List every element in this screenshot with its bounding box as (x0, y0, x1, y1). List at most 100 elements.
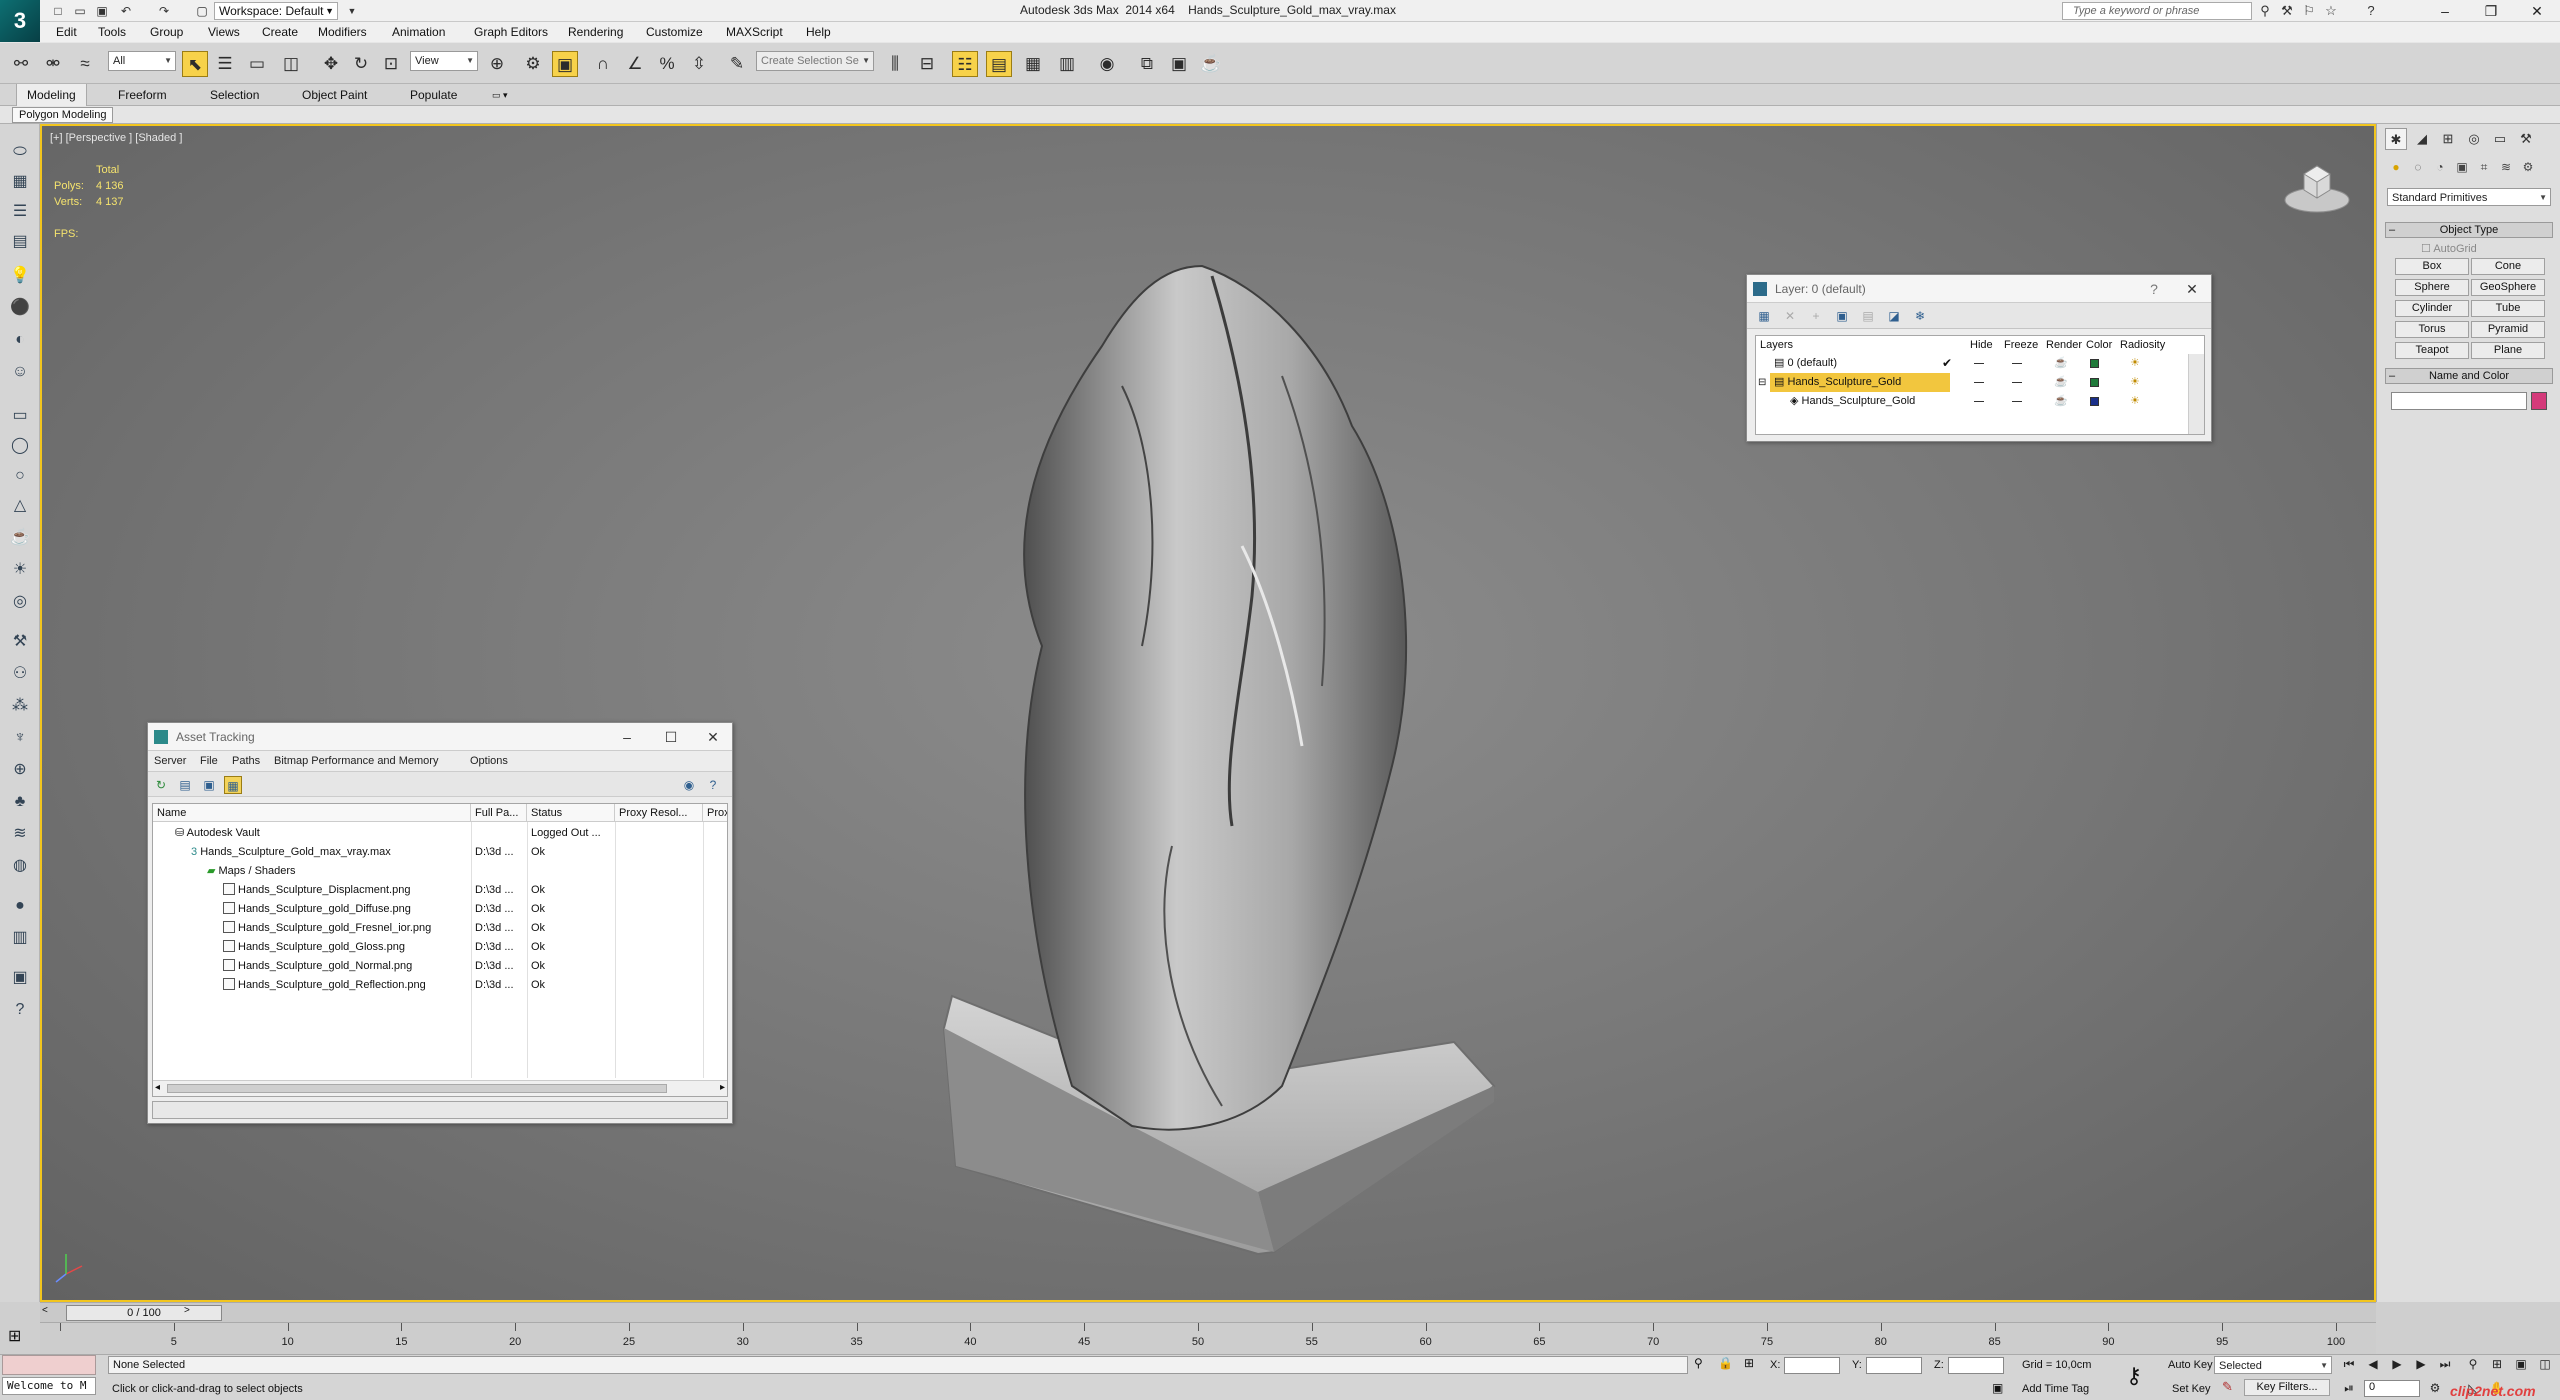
go-to-start-icon[interactable]: ⏮ (2338, 1355, 2360, 1373)
biped-icon[interactable]: ⚇ (8, 662, 32, 686)
layer-color-swatch[interactable] (2090, 359, 2099, 368)
environment-icon[interactable]: ◍ (8, 854, 32, 878)
maxscript-mini-listener-top[interactable] (2, 1355, 96, 1375)
layer-table-scrollbar[interactable] (2188, 354, 2204, 434)
isolate-selection-icon[interactable]: ⚲ (1694, 1356, 1703, 1370)
time-slider-knob[interactable]: 0 / 100 (66, 1305, 222, 1321)
systems-icon[interactable]: ⚙ (2519, 158, 2537, 176)
material-editor-icon[interactable]: ◉ (1094, 51, 1120, 77)
asset-row[interactable]: Hands_Sculpture_gold_Normal.png D:\3d ..… (153, 957, 727, 976)
asset-menu-bitmap-performance[interactable]: Bitmap Performance and Memory (274, 755, 438, 767)
tab-object-paint[interactable]: Object Paint (292, 84, 377, 106)
asset-dialog-title[interactable]: Asset Tracking (148, 723, 732, 751)
render-teapot-icon[interactable]: ☕ (2054, 392, 2068, 411)
menu-animation[interactable]: Animation (392, 25, 445, 39)
chevron-down-icon[interactable]: ▼ (344, 3, 360, 19)
circle-shape-icon[interactable]: ○ (8, 464, 32, 488)
current-layer-check-icon[interactable]: ✔ (1942, 354, 1952, 373)
thumbnail-view-icon[interactable]: ▣ (200, 776, 218, 794)
key-filters-button[interactable]: Key Filters... (2244, 1379, 2330, 1396)
menu-views[interactable]: Views (208, 25, 240, 39)
globe-icon[interactable]: ⊕ (8, 758, 32, 782)
maximize-viewport-icon[interactable]: ◫ (2534, 1355, 2556, 1373)
spinner-snap-icon[interactable]: ⇳ (686, 51, 712, 77)
y-coord-input[interactable] (1866, 1357, 1922, 1374)
add-to-layer-icon[interactable]: + (1807, 307, 1825, 325)
column-render[interactable]: Render (2046, 336, 2082, 354)
help-icon[interactable]: ? (2362, 2, 2380, 20)
application-button[interactable]: 3 (0, 0, 40, 42)
column-freeze[interactable]: Freeze (2004, 336, 2038, 354)
select-and-scale-icon[interactable]: ⊡ (378, 51, 404, 77)
time-tag-icon[interactable]: ▣ (1992, 1381, 2003, 1395)
layer-dialog-help-button[interactable]: ? (2141, 275, 2167, 303)
bind-space-warp-icon[interactable]: ≈ (72, 51, 98, 77)
zoom-extents-icon[interactable]: ▣ (2510, 1355, 2532, 1373)
modify-panel-icon[interactable]: ◢ (2411, 128, 2433, 150)
list-view-icon[interactable]: ▤ (176, 776, 194, 794)
x-coord-input[interactable] (1784, 1357, 1840, 1374)
absolute-mode-icon[interactable]: ⊞ (1744, 1356, 1754, 1370)
autogrid-checkbox[interactable]: ☐ AutoGrid (2421, 242, 2477, 255)
asset-row[interactable]: Hands_Sculpture_Displacment.png D:\3d ..… (153, 881, 727, 900)
modifier-list-icon[interactable]: ▤ (8, 230, 32, 254)
window-crossing-icon[interactable]: ◫ (278, 51, 304, 77)
viewcube[interactable] (2282, 156, 2352, 216)
render-production-icon[interactable]: ☕ (1198, 51, 1224, 77)
tab-populate[interactable]: Populate (400, 84, 467, 106)
select-and-move-icon[interactable]: ✥ (318, 51, 344, 77)
camera-icon[interactable]: ⚫ (8, 296, 32, 320)
close-button[interactable]: ✕ (2514, 0, 2560, 22)
sun-light-icon[interactable]: ☀ (8, 558, 32, 582)
sphere-button[interactable]: Sphere (2395, 279, 2469, 296)
object-type-rollout[interactable]: – Object Type (2385, 222, 2553, 238)
hide-all-layers-icon[interactable]: ◪ (1885, 307, 1903, 325)
radiosity-icon[interactable]: ☀ (2130, 354, 2140, 373)
scroll-thumb[interactable] (167, 1084, 667, 1093)
column-full-path[interactable]: Full Pa... (471, 804, 527, 822)
snaps-toggle-icon[interactable]: ∩ (590, 51, 616, 77)
name-and-color-rollout[interactable]: – Name and Color (2385, 368, 2553, 384)
key-mode-dropdown[interactable]: Selected ▼ (2214, 1356, 2332, 1374)
select-and-link-icon[interactable]: ⚯ (8, 51, 34, 77)
create-layer-icon[interactable]: ▦ (1755, 307, 1773, 325)
asset-menu-paths[interactable]: Paths (232, 755, 260, 767)
menu-graph-editors[interactable]: Graph Editors (474, 25, 548, 39)
key-mode-toggle-icon[interactable]: ⏯ (2338, 1379, 2360, 1397)
asset-row[interactable]: Hands_Sculpture_gold_Diffuse.png D:\3d .… (153, 900, 727, 919)
favorites-star-icon[interactable]: ☆ (2322, 2, 2340, 20)
angle-snap-icon[interactable]: ∠ (622, 51, 648, 77)
hide-toggle[interactable] (1974, 401, 1984, 402)
asset-row[interactable]: ▰ Maps / Shaders (153, 862, 727, 881)
box-button[interactable]: Box (2395, 258, 2469, 275)
workspace-dropdown[interactable]: Workspace: Default ▼ (214, 2, 338, 20)
new-file-icon[interactable]: □ (50, 3, 66, 19)
layer-manager-icon[interactable]: ☷ (952, 51, 978, 77)
select-and-manipulate-icon[interactable]: ⚙ (520, 51, 546, 77)
asset-dialog-maximize-button[interactable]: ☐ (658, 723, 684, 751)
shapes-icon[interactable]: ◌ (2409, 158, 2427, 176)
bone-icon[interactable]: ⚒ (8, 630, 32, 654)
project-folder-icon[interactable]: ▢ (194, 3, 210, 19)
subscription-icon[interactable]: ⚒ (2278, 2, 2296, 20)
menu-edit[interactable]: Edit (56, 25, 77, 39)
mascot-icon[interactable]: ☺ (8, 360, 32, 384)
polygon-modeling-tab[interactable]: Polygon Modeling (12, 107, 114, 123)
key-filter-icon[interactable]: ✎ (2222, 1379, 2233, 1395)
mirror-icon[interactable]: ⫼ (882, 51, 908, 77)
column-name[interactable]: Name (153, 804, 471, 822)
asset-dialog-close-button[interactable]: ✕ (700, 723, 726, 751)
keyboard-shortcut-override-icon[interactable]: ▣ (552, 51, 578, 77)
render-icon[interactable]: ▣ (8, 966, 32, 990)
container-icon[interactable]: ⬭ (8, 140, 32, 164)
sphere-primitive-icon[interactable]: ◯ (8, 434, 32, 458)
torus-button[interactable]: Torus (2395, 321, 2469, 338)
create-panel-icon[interactable]: ✱ (2385, 128, 2407, 150)
layer-color-swatch[interactable] (2090, 378, 2099, 387)
lighting-icon[interactable]: 💡 (8, 264, 32, 288)
object-color-swatch[interactable] (2531, 392, 2547, 410)
time-slider[interactable]: < 0 / 100 > (40, 1302, 2376, 1322)
select-by-name-icon[interactable]: ☰ (212, 51, 238, 77)
add-time-tag[interactable]: Add Time Tag (2022, 1383, 2089, 1395)
hide-toggle[interactable] (1974, 363, 1984, 364)
